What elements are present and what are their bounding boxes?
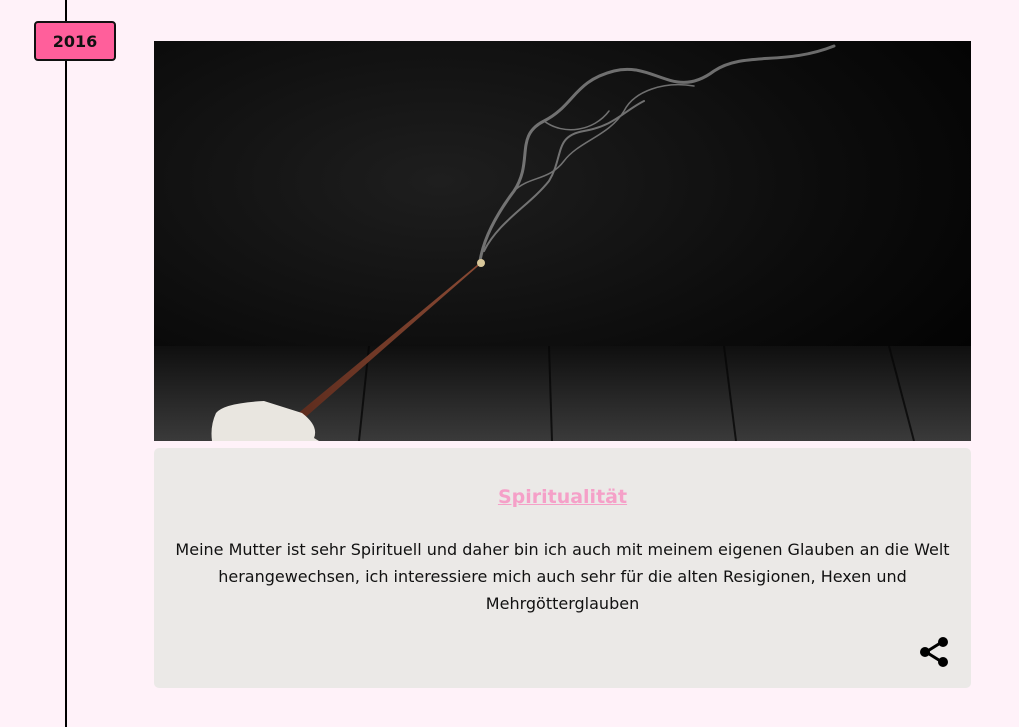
year-label: 2016 <box>52 31 98 51</box>
card-description: Meine Mutter ist sehr Spirituell und dah… <box>175 540 950 613</box>
card-title-link[interactable]: Spiritualität <box>154 486 971 508</box>
year-badge: 2016 <box>34 21 116 61</box>
share-icon[interactable] <box>917 634 953 670</box>
card-image <box>154 41 971 441</box>
timeline-line <box>65 0 67 727</box>
card-body: Spiritualität Meine Mutter ist sehr Spir… <box>154 448 971 688</box>
